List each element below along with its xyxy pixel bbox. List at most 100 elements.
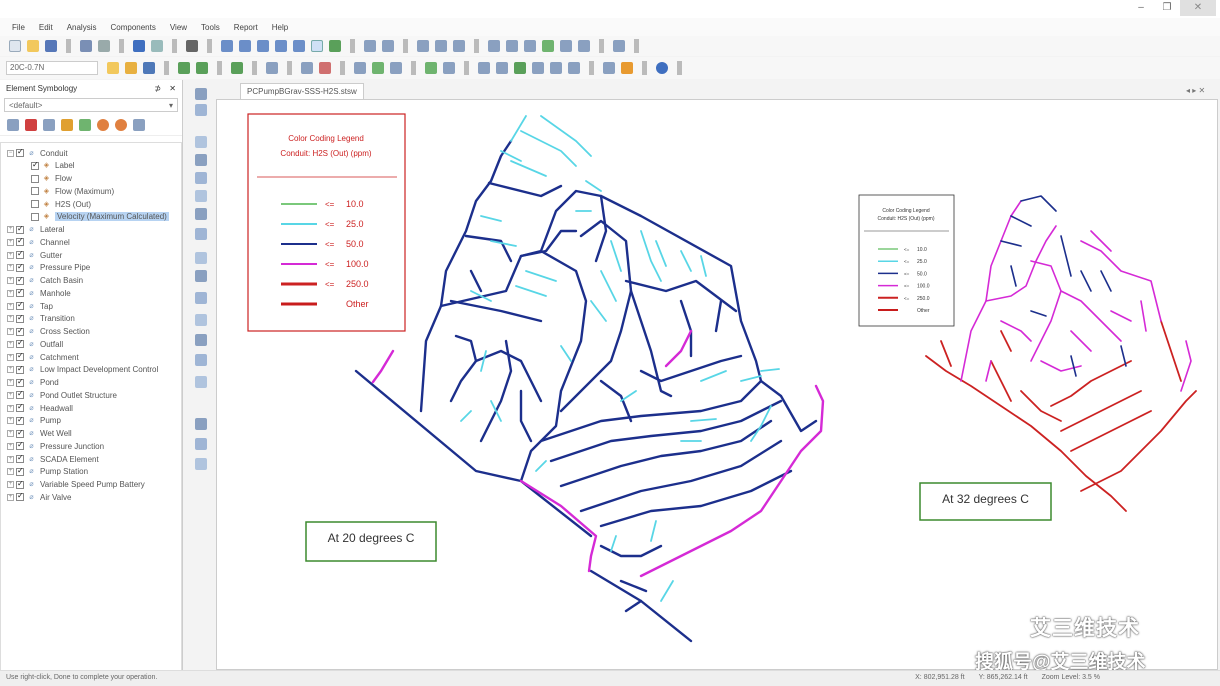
expand-icon[interactable]: + <box>7 481 14 488</box>
tree-checkbox[interactable] <box>16 236 24 247</box>
tree-item[interactable]: + ⌀ Wet Well <box>7 428 72 440</box>
tree-checkbox[interactable] <box>16 287 24 298</box>
new-symbology-icon[interactable] <box>7 118 19 131</box>
properties-icon[interactable] <box>506 40 518 52</box>
tree-item[interactable]: + ⌀ Manhole <box>7 287 71 299</box>
expand-icon[interactable]: + <box>7 468 14 476</box>
toolbar-separator[interactable] <box>634 39 639 53</box>
toolbar-separator[interactable] <box>599 39 604 53</box>
tools-icon[interactable] <box>603 62 615 74</box>
shift-down-icon[interactable] <box>115 118 127 131</box>
tree-item[interactable]: ◈ Flow (Maximum) <box>31 185 114 197</box>
tree-item[interactable]: + ⌀ Pond <box>7 377 59 389</box>
menu-file[interactable]: File <box>12 23 25 32</box>
tree-item[interactable]: + ⌀ Cross Section <box>7 326 90 338</box>
expand-icon[interactable]: + <box>7 328 14 335</box>
redo-icon[interactable] <box>151 40 163 52</box>
tree-item[interactable]: + ⌀ Channel <box>7 236 70 248</box>
toolbar-separator[interactable] <box>411 61 416 75</box>
valve-icon[interactable] <box>195 314 207 326</box>
element-icon-d[interactable] <box>532 62 544 74</box>
outfall-icon[interactable] <box>195 190 207 202</box>
map-icon[interactable] <box>524 40 536 52</box>
scenario-combo[interactable]: 20C-0.7N <box>6 61 98 75</box>
scada-icon[interactable] <box>195 376 207 388</box>
element-icon-a[interactable] <box>478 62 490 74</box>
expand-icon[interactable]: + <box>7 238 14 246</box>
minimize-button[interactable]: – <box>1128 0 1154 16</box>
add-folder-icon[interactable] <box>79 118 91 131</box>
toolbar-separator[interactable] <box>164 61 169 75</box>
menu-components[interactable]: Components <box>110 23 155 32</box>
tree-item[interactable]: + ⌀ SCADA Element <box>7 453 99 465</box>
tree-checkbox[interactable] <box>16 147 24 157</box>
manhole-icon[interactable] <box>195 154 207 166</box>
tree-checkbox[interactable] <box>16 415 24 425</box>
symbology-combo[interactable]: <default> ▾ <box>4 98 178 112</box>
junction-icon[interactable] <box>195 292 207 304</box>
pond-icon[interactable] <box>195 208 207 220</box>
prototypes-icon[interactable] <box>301 62 313 74</box>
tree-item[interactable]: + ⌀ Outfall <box>7 338 63 350</box>
tree-checkbox[interactable] <box>16 428 24 438</box>
toolbar-separator[interactable] <box>252 61 257 75</box>
zoom-window-icon[interactable] <box>239 40 251 52</box>
panel-close-icon[interactable]: ✕ <box>169 84 176 93</box>
loading-icon[interactable] <box>425 62 437 74</box>
undo-icon[interactable] <box>133 40 145 52</box>
tree-item[interactable]: + ⌀ Lateral <box>7 224 64 236</box>
tree-checkbox[interactable] <box>16 338 24 349</box>
tree-checkbox[interactable] <box>16 313 24 323</box>
help-icon[interactable] <box>656 62 668 74</box>
menu-report[interactable]: Report <box>234 23 258 32</box>
lid-icon[interactable] <box>195 334 207 346</box>
text-icon[interactable] <box>195 418 207 430</box>
expand-icon[interactable]: + <box>7 430 14 437</box>
zoom-in-icon[interactable] <box>257 40 269 52</box>
tree-item[interactable]: + ⌀ Pressure Junction <box>7 440 104 452</box>
toolbar-separator[interactable] <box>287 61 292 75</box>
background-layers-icon[interactable] <box>542 40 554 52</box>
expand-icon[interactable]: − <box>7 149 14 157</box>
expand-icon[interactable]: + <box>7 251 14 259</box>
tree-checkbox[interactable] <box>16 364 24 374</box>
pointer-icon[interactable] <box>195 104 207 116</box>
catch-basin-icon[interactable] <box>195 172 207 184</box>
toolbar-separator[interactable] <box>217 61 222 75</box>
edit-icon[interactable] <box>61 118 73 131</box>
expand-icon[interactable]: + <box>7 264 14 272</box>
zoom-out-icon[interactable] <box>275 40 287 52</box>
expand-icon[interactable]: + <box>7 391 14 399</box>
drawing-canvas[interactable]: Color Coding Legend Conduit: H2S (Out) (p… <box>216 99 1218 670</box>
tree-item[interactable]: ◈ Velocity (Maximum Calculated) <box>31 211 169 223</box>
expand-icon[interactable]: + <box>7 226 14 233</box>
profile-icon[interactable] <box>435 40 447 52</box>
pump-icon[interactable] <box>195 252 207 264</box>
expand-icon[interactable]: + <box>7 442 14 450</box>
tree-item[interactable]: + ⌀ Variable Speed Pump Battery <box>7 479 145 491</box>
tree-checkbox[interactable] <box>16 377 24 387</box>
toolbar-separator[interactable] <box>677 61 682 75</box>
wet-well-icon[interactable] <box>195 270 207 282</box>
expand-icon[interactable]: + <box>7 455 14 463</box>
patterns-icon[interactable] <box>319 62 331 74</box>
tree-checkbox[interactable] <box>16 275 24 285</box>
zoom-previous-icon[interactable] <box>293 40 305 52</box>
expand-icon[interactable]: + <box>7 289 14 297</box>
element-icon-b[interactable] <box>496 62 508 74</box>
results-icon[interactable] <box>231 62 243 74</box>
tree-checkbox[interactable] <box>16 402 24 412</box>
shift-up-icon[interactable] <box>97 118 109 131</box>
expand-icon[interactable]: + <box>7 379 14 386</box>
tree-item[interactable]: + ⌀ Pressure Pipe <box>7 262 90 274</box>
select-icon[interactable] <box>195 88 207 100</box>
rss-icon[interactable] <box>621 62 633 74</box>
toolbar-separator[interactable] <box>474 39 479 53</box>
tree-item[interactable]: + ⌀ Pump <box>7 415 61 427</box>
report-icon[interactable] <box>453 40 465 52</box>
rename-icon[interactable] <box>43 118 55 131</box>
layout-icon[interactable] <box>364 40 376 52</box>
menu-view[interactable]: View <box>170 23 187 32</box>
find-icon[interactable] <box>186 40 198 52</box>
tree-item[interactable]: + ⌀ Transition <box>7 313 75 325</box>
